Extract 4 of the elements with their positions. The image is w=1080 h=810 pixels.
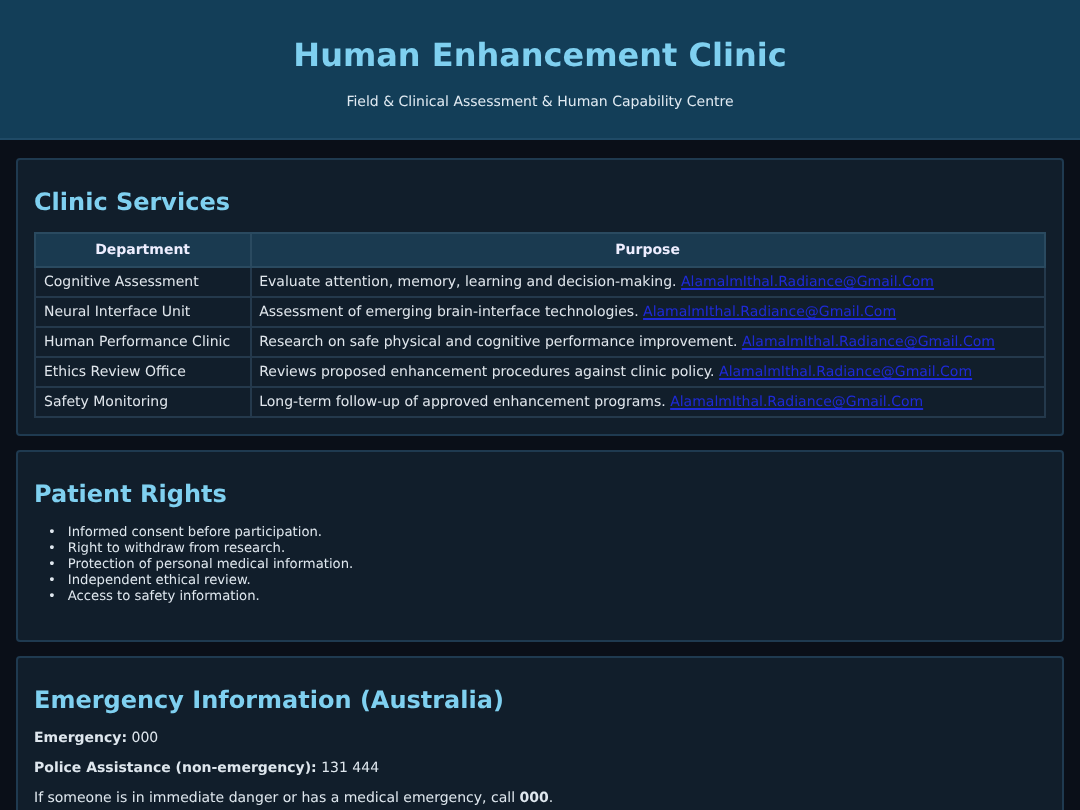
section-heading: Clinic Services <box>34 188 233 216</box>
section-heading: Patient Rights <box>34 480 229 508</box>
section-heading: Emergency Information (Australia) <box>34 686 506 714</box>
page-title: Human Enhancement Clinic <box>293 36 787 74</box>
